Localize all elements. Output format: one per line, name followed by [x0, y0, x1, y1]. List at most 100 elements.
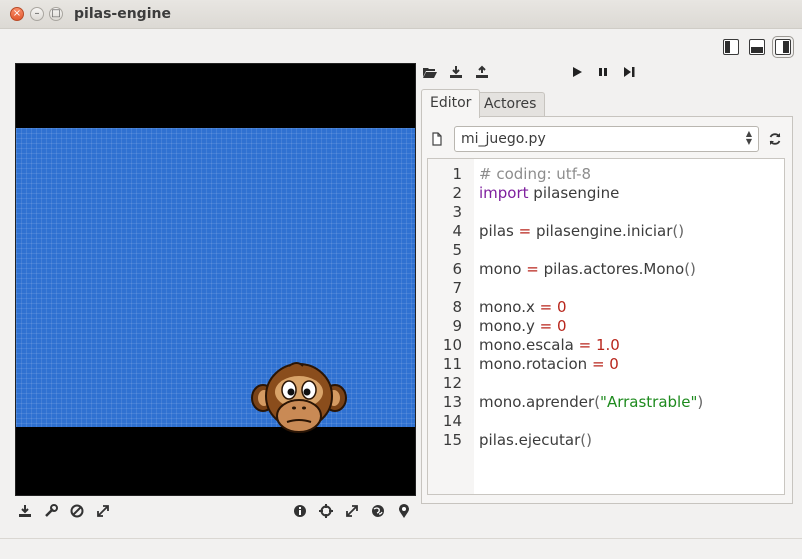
- layout-left-icon: [725, 41, 730, 53]
- code-token: =: [526, 260, 539, 278]
- download-icon[interactable]: [17, 503, 33, 519]
- code-token: =: [591, 355, 605, 373]
- layout-right-button[interactable]: [772, 36, 794, 58]
- code-line[interactable]: 4 pilas = pilasengine.iniciar(): [428, 222, 784, 241]
- folder-open-icon[interactable]: [422, 64, 438, 80]
- line-number: 6: [452, 260, 462, 278]
- crosshair-icon[interactable]: [318, 503, 334, 519]
- code-token: (): [684, 260, 696, 278]
- code-line[interactable]: 11 mono.rotacion = 0: [428, 355, 784, 374]
- info-icon[interactable]: [292, 503, 308, 519]
- monkey-actor[interactable]: [251, 360, 347, 440]
- code-lines: 1 # coding: utf-8 2 import pilasengine 3 4 pil…: [428, 165, 784, 450]
- line-number: 13: [442, 393, 462, 411]
- expand-icon[interactable]: [95, 503, 111, 519]
- code-text: pilas.ejecutar(): [479, 431, 592, 450]
- code-text: mono.aprender("Arrastrable"): [479, 393, 703, 412]
- close-window-button[interactable]: ×: [10, 7, 24, 21]
- upload-icon[interactable]: [474, 64, 490, 80]
- play-icon[interactable]: [569, 64, 585, 80]
- code-line[interactable]: 10 mono.escala = 1.0: [428, 336, 784, 355]
- line-number: 10: [442, 336, 462, 354]
- code-token: mono: [479, 260, 527, 278]
- code-line[interactable]: 14: [428, 412, 784, 431]
- code-token: =: [539, 317, 553, 335]
- line-number: 2: [452, 184, 462, 202]
- code-token: ): [697, 393, 704, 411]
- chevron-down-icon: ▼: [745, 137, 752, 146]
- title-bar: × – □ pilas-engine: [0, 0, 802, 29]
- line-number: 1: [452, 165, 462, 183]
- step-icon[interactable]: [621, 64, 637, 80]
- no-entry-icon[interactable]: [69, 503, 85, 519]
- code-line[interactable]: 6 mono = pilas.actores.Mono(): [428, 260, 784, 279]
- line-number: 8: [452, 298, 462, 316]
- code-text: mono.y = 0: [479, 317, 567, 336]
- code-token: 0: [556, 298, 567, 316]
- file-icon: [429, 131, 445, 147]
- code-text: import pilasengine: [479, 184, 619, 203]
- game-stage[interactable]: [16, 128, 415, 433]
- code-text: mono.escala = 1.0: [479, 336, 620, 355]
- resize-icon[interactable]: [344, 503, 360, 519]
- window-title: pilas-engine: [74, 6, 171, 22]
- tab-actores[interactable]: Actores: [475, 92, 546, 117]
- code-line[interactable]: 15 pilas.ejecutar(): [428, 431, 784, 450]
- code-token: import: [479, 184, 529, 202]
- line-number: 9: [452, 317, 462, 335]
- line-number: 5: [452, 241, 462, 259]
- code-token: mono.rotacion: [479, 355, 592, 373]
- code-text: pilas = pilasengine.iniciar(): [479, 222, 684, 241]
- wrench-icon[interactable]: [43, 503, 59, 519]
- pause-icon[interactable]: [595, 64, 611, 80]
- line-number: 14: [442, 412, 462, 430]
- code-text: mono.rotacion = 0: [479, 355, 619, 374]
- maximize-window-button[interactable]: □: [49, 7, 63, 21]
- game-canvas[interactable]: [15, 63, 416, 496]
- code-line[interactable]: 3: [428, 203, 784, 222]
- code-line[interactable]: 9 mono.y = 0: [428, 317, 784, 336]
- minimize-window-button[interactable]: –: [30, 7, 44, 21]
- file-select[interactable]: mi_juego.py ▲ ▼: [454, 126, 759, 152]
- file-select-value: mi_juego.py: [461, 131, 546, 147]
- code-token: mono.y: [479, 317, 540, 335]
- layout-bottom-icon: [751, 47, 763, 53]
- tab-editor[interactable]: Editor: [421, 89, 481, 118]
- code-line[interactable]: 8 mono.x = 0: [428, 298, 784, 317]
- layout-right-icon: [783, 41, 789, 53]
- code-line[interactable]: 12: [428, 374, 784, 393]
- code-token: pilasengine.iniciar: [531, 222, 673, 240]
- line-number: 4: [452, 222, 462, 240]
- layout-bottom-button[interactable]: [749, 39, 765, 55]
- code-token: mono.escala: [479, 336, 579, 354]
- line-number: 12: [442, 374, 462, 392]
- code-token: 0: [609, 355, 619, 373]
- line-number: 3: [452, 203, 462, 221]
- code-line[interactable]: 7: [428, 279, 784, 298]
- line-number: 7: [452, 279, 462, 297]
- code-token: mono.x: [479, 298, 540, 316]
- code-token: =: [578, 336, 592, 354]
- code-line[interactable]: 2 import pilasengine: [428, 184, 784, 203]
- code-token: "Arrastrable": [600, 393, 698, 411]
- code-line[interactable]: 5: [428, 241, 784, 260]
- code-token: =: [518, 222, 532, 240]
- code-token: pilasengine: [528, 184, 620, 202]
- download-icon[interactable]: [448, 64, 464, 80]
- refresh-icon[interactable]: [767, 131, 783, 147]
- code-token: pilas: [479, 222, 519, 240]
- code-token: pilas.ejecutar: [479, 431, 581, 449]
- line-number: 15: [442, 431, 462, 449]
- code-token: pilas.actores.Mono: [538, 260, 685, 278]
- globe-icon[interactable]: [370, 503, 386, 519]
- location-pin-icon[interactable]: [396, 503, 412, 519]
- code-line[interactable]: 13 mono.aprender("Arrastrable"): [428, 393, 784, 412]
- file-select-spinner[interactable]: ▲ ▼: [746, 130, 752, 146]
- layout-left-button[interactable]: [723, 39, 739, 55]
- code-text: # coding: utf-8: [479, 165, 591, 184]
- code-token: (): [580, 431, 592, 449]
- code-line[interactable]: 1 # coding: utf-8: [428, 165, 784, 184]
- code-token: # coding: utf-8: [479, 165, 592, 183]
- code-token: 0: [556, 317, 567, 335]
- code-editor[interactable]: 1 # coding: utf-8 2 import pilasengine 3 4 pil…: [427, 158, 785, 495]
